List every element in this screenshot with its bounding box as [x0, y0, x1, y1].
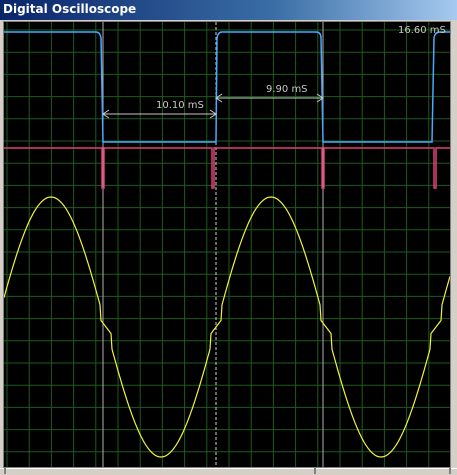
bottom-tick-middle [314, 468, 316, 474]
scope-background [4, 22, 450, 467]
scope-canvas: 10.10 mS 9.90 mS 16.60 mS [3, 22, 451, 467]
window-title: Digital Oscilloscope [3, 2, 137, 16]
timebase-readout: 16.60 mS [398, 25, 446, 36]
measurement-2-label: 9.90 mS [266, 84, 308, 95]
bottom-tick-left [4, 468, 6, 474]
bottom-tick-right [449, 468, 451, 474]
title-bar[interactable]: Digital Oscilloscope [0, 0, 457, 20]
scope-display[interactable]: 10.10 mS 9.90 mS 16.60 mS [3, 21, 451, 468]
oscilloscope-window: Digital Oscilloscope 10.10 mS 9.90 mS 16… [0, 0, 457, 475]
measurement-1-label: 10.10 mS [156, 100, 204, 111]
